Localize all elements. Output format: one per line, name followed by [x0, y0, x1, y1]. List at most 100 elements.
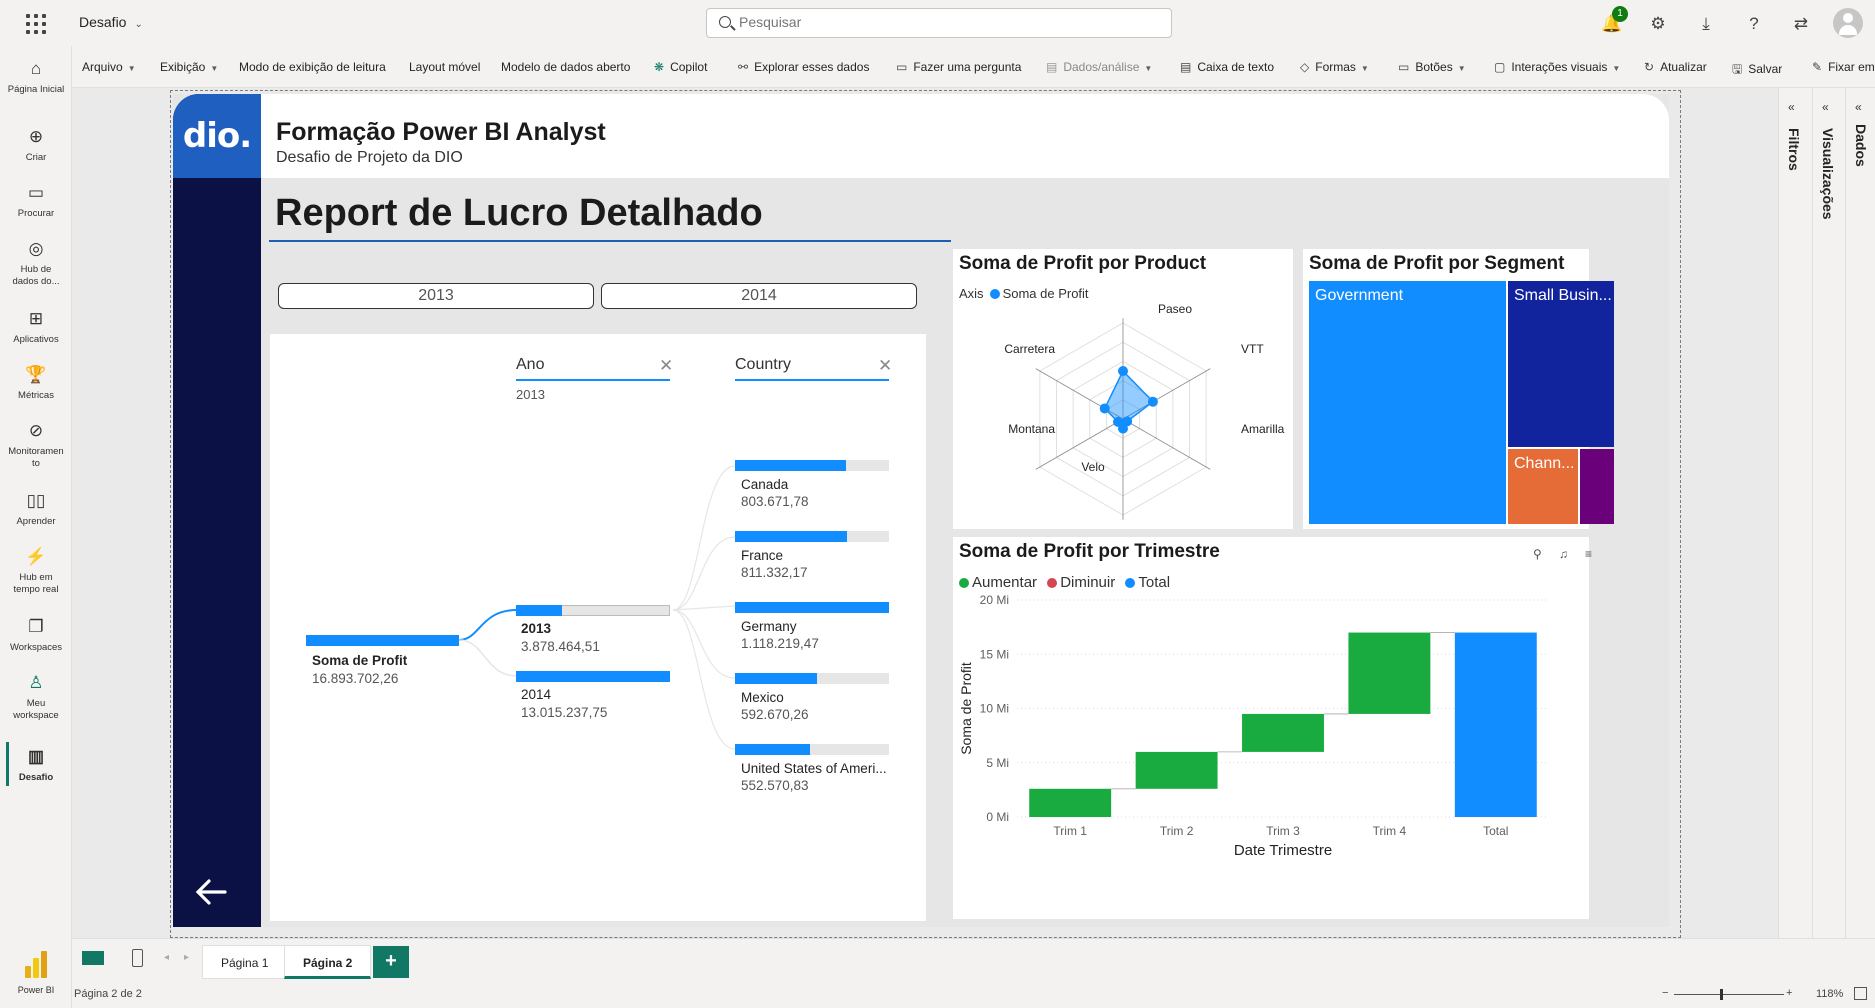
year-bar[interactable] [516, 605, 562, 616]
root-bar[interactable] [306, 635, 459, 646]
nav-label: Métricas [18, 390, 54, 401]
tab-pagina-2[interactable]: Página 2 [284, 945, 372, 979]
treemap-tile-small-business[interactable]: Small Busin... [1508, 281, 1614, 447]
visualizations-pane[interactable]: « Visualizações [1812, 88, 1842, 938]
country-bar[interactable] [735, 744, 810, 755]
year-bar[interactable] [516, 671, 670, 682]
buttons-menu[interactable]: ▭ Botões ▼ [1398, 60, 1466, 74]
back-arrow-icon[interactable] [191, 872, 231, 912]
help-icon[interactable]: ? [1740, 10, 1768, 38]
tree-connectors [458, 465, 736, 750]
nav-monitoring[interactable]: ⊘ Monitoramento [0, 420, 72, 470]
page-indicator: Página 2 de 2 [74, 988, 142, 1000]
year-slicer-2013[interactable]: 2013 [278, 283, 594, 309]
reading-view-button[interactable]: Modo de exibição de leitura [239, 60, 386, 74]
zoom-slider-thumb[interactable] [1720, 989, 1723, 1000]
report-page: dio. Formação Power BI Analyst Desafio d… [173, 94, 1669, 927]
nav-desafio[interactable]: ▥ Desafio [0, 742, 72, 786]
nav-label: Hub em tempo real [13, 572, 59, 595]
data-pane[interactable]: « Dados [1845, 88, 1875, 938]
radar-point [1147, 396, 1158, 407]
filters-pane[interactable]: « Filtros [1778, 88, 1808, 938]
zoom-in-icon[interactable]: + [1786, 987, 1792, 999]
country-bar[interactable] [735, 531, 847, 542]
search-icon [719, 16, 731, 28]
root-value: 16.893.702,26 [312, 671, 399, 686]
tab-scroll-right-icon[interactable]: ▸ [184, 952, 189, 963]
nav-apps[interactable]: ⊞ Aplicativos [0, 308, 72, 346]
y-tick-label: 10 Mi [980, 702, 1009, 716]
treemap-tile-channel[interactable]: Chann... [1508, 449, 1578, 524]
search-box[interactable] [706, 8, 1172, 38]
desktop-view-icon[interactable] [82, 951, 104, 965]
nav-label: Meu workspace [13, 698, 59, 721]
waterfall-panel[interactable]: Soma de Profit por Trimestre ⚲ ♫ ≡ Aumen… [953, 537, 1592, 919]
country-bar[interactable] [735, 460, 846, 471]
nav-home[interactable]: ⌂ Página Inicial [0, 58, 72, 96]
zoom-slider[interactable] [1674, 994, 1784, 995]
pin-button[interactable]: ✎ Fixar em [1812, 60, 1875, 74]
refresh-button[interactable]: ↻ Atualizar [1644, 60, 1707, 74]
button-label: Fixar em [1828, 60, 1875, 74]
nav-data-hub[interactable]: ◎ Hub de dados do... [0, 238, 72, 288]
treemap-tile-government[interactable]: Government [1309, 281, 1506, 524]
button-icon: ▭ [1398, 60, 1410, 74]
workspace-switcher[interactable]: Desafio ⌄ [79, 14, 143, 30]
button-label: Botões [1415, 60, 1453, 74]
y-tick-label: 15 Mi [980, 647, 1009, 661]
gear-icon[interactable]: ⚙ [1644, 10, 1672, 38]
radar-chart-panel[interactable]: Soma de Profit por Product Axis Soma de P… [953, 249, 1293, 529]
fit-page-icon[interactable] [1854, 987, 1867, 1000]
chevrons-left-icon[interactable]: « [1788, 100, 1795, 114]
binoculars-icon: ⚯ [738, 60, 749, 74]
avatar[interactable] [1833, 8, 1863, 38]
shapes-menu[interactable]: ◇ Formas ▼ [1300, 60, 1369, 74]
nav-metrics[interactable]: 🏆 Métricas [0, 364, 72, 402]
country-bar[interactable] [735, 673, 817, 684]
button-label: Interações visuais [1511, 60, 1608, 74]
search-input[interactable] [739, 14, 1139, 30]
treemap-panel[interactable]: Soma de Profit por Segment Government Sm… [1303, 249, 1614, 529]
home-icon: ⌂ [30, 59, 42, 78]
app-launcher-icon[interactable] [26, 14, 46, 34]
chevron-down-icon: ▼ [1457, 64, 1466, 73]
nav-my-workspace[interactable]: ♙ Meu workspace [0, 672, 72, 722]
country-bar[interactable] [735, 602, 889, 613]
explore-data-button[interactable]: ⚯ Explorar esses dados [738, 60, 869, 74]
pane-label: Filtros [1786, 128, 1802, 171]
x-tick-label: Trim 3 [1266, 824, 1300, 838]
nav-learn[interactable]: ▯▯ Aprender [0, 490, 72, 528]
save-button[interactable]: 🖫 Salvar [1732, 60, 1782, 81]
nav-workspaces[interactable]: ❐ Workspaces [0, 616, 72, 654]
text-box-button[interactable]: ▤ Caixa de texto [1180, 60, 1274, 74]
ask-question-button[interactable]: ▭ Fazer uma pergunta [896, 60, 1021, 74]
visual-interactions-menu[interactable]: ▢ Interações visuais ▼ [1494, 60, 1620, 74]
pane-label: Dados [1853, 124, 1869, 167]
add-page-button[interactable]: + [373, 946, 409, 978]
treemap-tile-other[interactable] [1580, 449, 1614, 524]
year-slicer-2014[interactable]: 2014 [601, 283, 917, 309]
bell-icon[interactable]: 🔔 1 [1598, 6, 1628, 38]
menu-exibicao[interactable]: Exibição ▼ [160, 60, 218, 74]
realtime-icon: ⚡ [25, 547, 47, 566]
zoom-out-icon[interactable]: − [1662, 987, 1668, 999]
nav-browse[interactable]: ▭ Procurar [0, 182, 72, 220]
year-value: 13.015.237,75 [521, 705, 608, 720]
notification-badge: 1 [1612, 6, 1628, 22]
tab-pagina-1[interactable]: Página 1 [202, 945, 288, 979]
mobile-view-icon[interactable] [132, 949, 143, 967]
open-data-model-button[interactable]: Modelo de dados aberto [501, 60, 630, 74]
chevrons-left-icon[interactable]: « [1822, 100, 1829, 114]
chevron-down-icon: ▼ [1144, 64, 1153, 73]
nav-create[interactable]: ⊕ Criar [0, 126, 72, 164]
tab-scroll-left-icon[interactable]: ◂ [164, 952, 169, 963]
download-icon[interactable]: ⤓ [1692, 10, 1720, 38]
chevrons-left-icon[interactable]: « [1855, 100, 1862, 114]
copilot-button[interactable]: ❋ Copilot [654, 60, 707, 74]
nav-realtime-hub[interactable]: ⚡ Hub em tempo real [0, 546, 72, 596]
share-icon[interactable]: ⇄ [1787, 10, 1815, 38]
country-value: 592.670,26 [741, 707, 809, 722]
mobile-layout-button[interactable]: Layout móvel [409, 60, 480, 74]
menu-arquivo[interactable]: Arquivo ▼ [82, 60, 136, 74]
country-label: United States of Ameri... [741, 761, 887, 776]
